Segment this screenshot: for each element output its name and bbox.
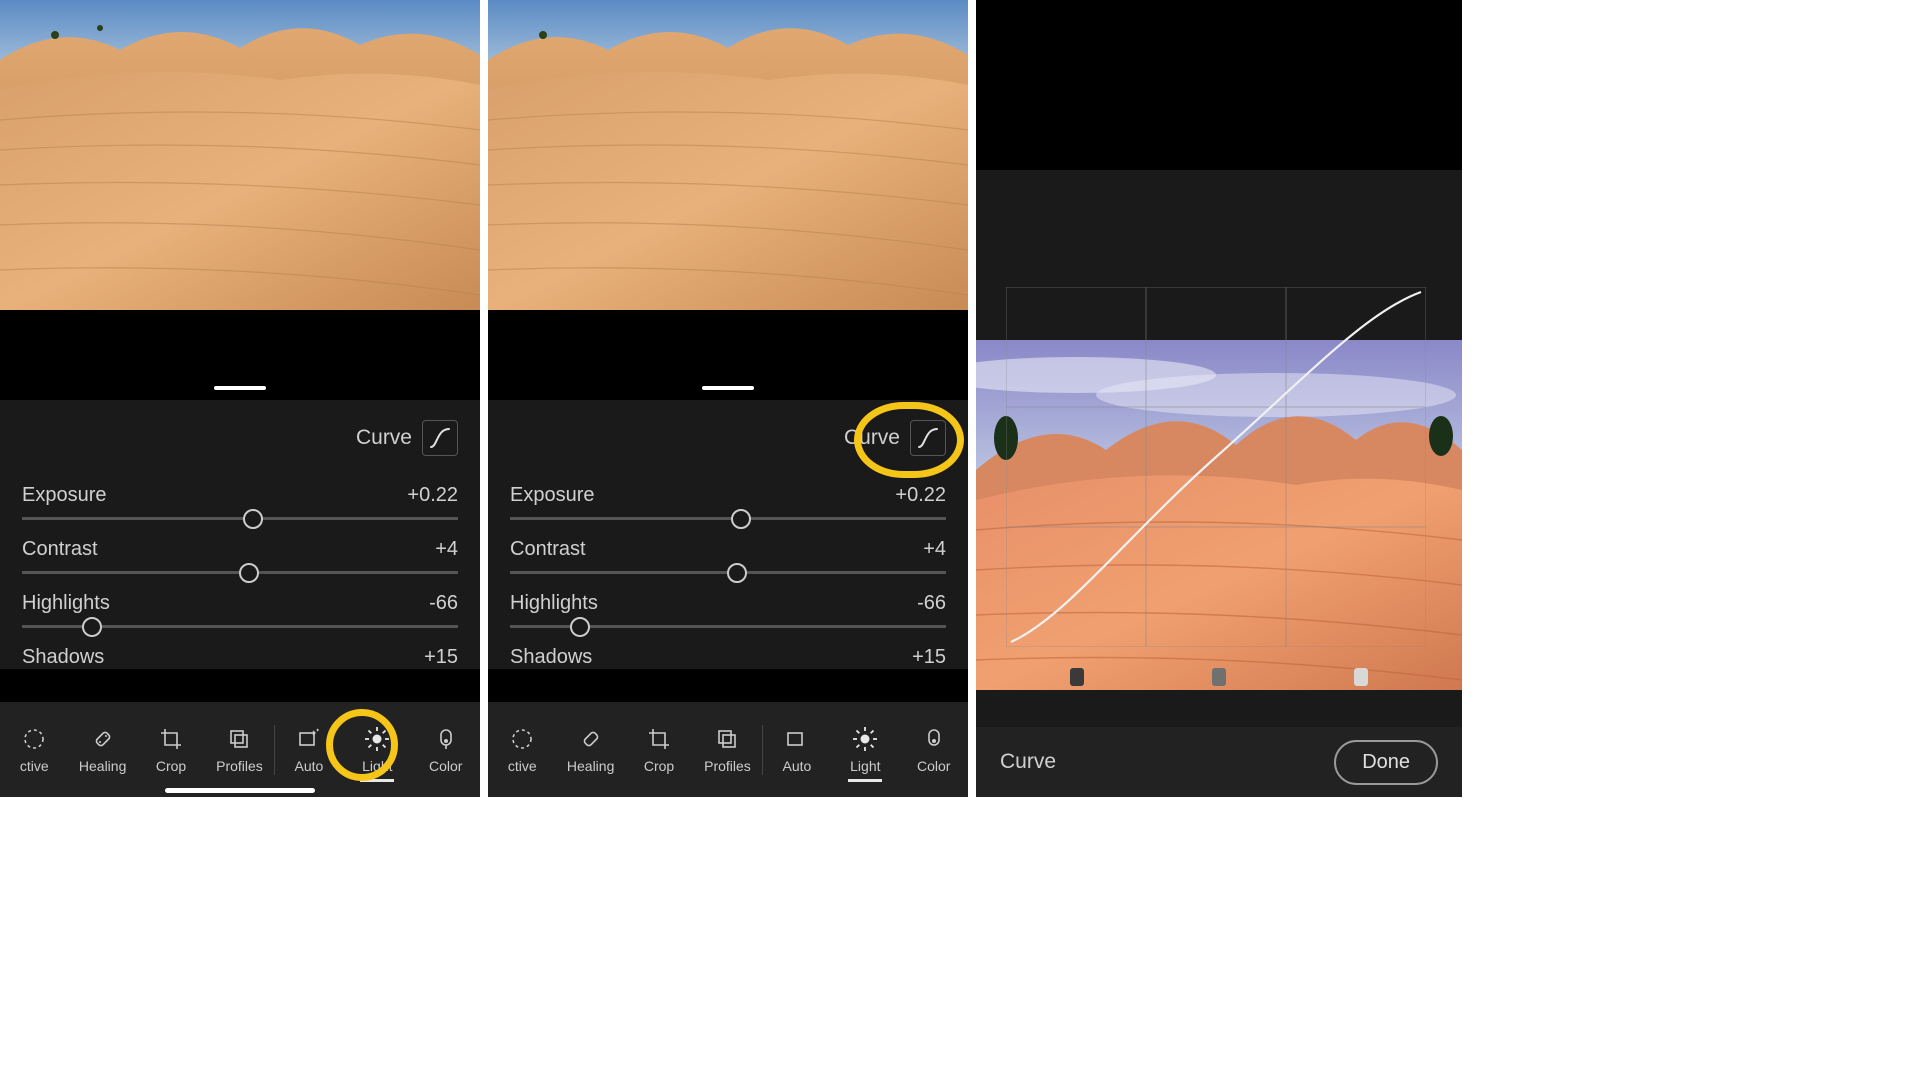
- shadows-label: Shadows: [22, 646, 104, 669]
- crop-icon: [158, 726, 184, 752]
- toolbar-item-crop[interactable]: Crop: [137, 718, 205, 782]
- photo-preview[interactable]: [0, 0, 480, 310]
- curve-row: Curve: [22, 420, 458, 456]
- highlights-label: Highlights: [22, 592, 110, 615]
- curve-button[interactable]: [910, 420, 946, 456]
- curve-title: Curve: [1000, 750, 1056, 774]
- curve-range-sliders[interactable]: [976, 657, 1462, 697]
- light-icon: [852, 726, 878, 752]
- shadows-slider[interactable]: Shadows +15: [22, 646, 458, 669]
- contrast-label: Contrast: [22, 538, 98, 561]
- highlights-slider[interactable]: Highlights-66: [510, 592, 946, 628]
- auto-icon: [784, 726, 810, 752]
- black-spacer: [488, 310, 968, 400]
- profiles-icon: [714, 726, 740, 752]
- toolbar-item-healing[interactable]: Healing: [556, 718, 624, 782]
- light-icon: [364, 726, 390, 752]
- range-peg-dark[interactable]: [1070, 668, 1084, 686]
- contrast-value: +4: [435, 538, 458, 561]
- toolbar-item-auto[interactable]: Auto: [763, 718, 831, 782]
- shadows-slider[interactable]: Shadows+15: [510, 646, 946, 669]
- phone-screen-1: Curve Exposure +0.22 Contrast +4 Highlight…: [0, 0, 480, 797]
- color-icon: [921, 726, 947, 752]
- shadows-value: +15: [424, 646, 458, 669]
- profiles-icon: [226, 726, 252, 752]
- curve-icon: [917, 427, 939, 449]
- toolbar-item-selective[interactable]: ctive: [0, 718, 68, 782]
- contrast-slider[interactable]: Contrast +4: [22, 538, 458, 574]
- selective-icon: [509, 726, 535, 752]
- range-peg-light[interactable]: [1354, 668, 1368, 686]
- toolbar-item-auto[interactable]: Auto: [275, 718, 343, 782]
- toolbar: ctive Healing Crop Profiles Auto: [0, 702, 480, 797]
- curve-label: Curve: [356, 426, 412, 450]
- light-panel: Curve Exposure+0.22 Contrast+4 Highlight…: [488, 400, 968, 669]
- toolbar-item-profiles[interactable]: Profiles: [693, 718, 761, 782]
- toolbar: ctive Healing Crop Profiles Auto Light C…: [488, 702, 968, 797]
- exposure-value: +0.22: [407, 484, 458, 507]
- highlights-value: -66: [429, 592, 458, 615]
- done-button[interactable]: Done: [1334, 740, 1438, 785]
- curve-editor[interactable]: [1006, 287, 1426, 647]
- photo-preview[interactable]: [488, 0, 968, 310]
- selective-icon: [21, 726, 47, 752]
- toolbar-item-profiles[interactable]: Profiles: [205, 718, 273, 782]
- auto-icon: [296, 726, 322, 752]
- drag-handle[interactable]: [214, 386, 266, 390]
- curve-icon: [429, 427, 451, 449]
- curve-label: Curve: [844, 426, 900, 450]
- toolbar-item-healing[interactable]: Healing: [68, 718, 136, 782]
- contrast-slider[interactable]: Contrast+4: [510, 538, 946, 574]
- toolbar-item-color[interactable]: Color: [900, 718, 968, 782]
- black-spacer: [0, 310, 480, 400]
- exposure-slider[interactable]: Exposure+0.22: [510, 484, 946, 520]
- top-black: [976, 0, 1462, 170]
- phone-screen-2: Curve Exposure+0.22 Contrast+4 Highlight…: [488, 0, 968, 797]
- color-icon: [433, 726, 459, 752]
- phone-screen-3: Curve Done: [976, 0, 1462, 797]
- drag-handle[interactable]: [702, 386, 754, 390]
- range-peg-mid[interactable]: [1212, 668, 1226, 686]
- curve-footer: Curve Done: [976, 727, 1462, 797]
- toolbar-item-crop[interactable]: Crop: [625, 718, 693, 782]
- exposure-label: Exposure: [22, 484, 107, 507]
- highlights-slider[interactable]: Highlights -66: [22, 592, 458, 628]
- crop-icon: [646, 726, 672, 752]
- curve-row: Curve: [510, 420, 946, 456]
- toolbar-item-light[interactable]: Light: [343, 718, 411, 782]
- toolbar-item-selective[interactable]: ctive: [488, 718, 556, 782]
- home-indicator[interactable]: [165, 788, 315, 793]
- healing-icon: [578, 726, 604, 752]
- toolbar-item-light[interactable]: Light: [831, 718, 899, 782]
- toolbar-item-color[interactable]: Color: [412, 718, 480, 782]
- light-panel: Curve Exposure +0.22 Contrast +4 Highlight…: [0, 400, 480, 669]
- exposure-slider[interactable]: Exposure +0.22: [22, 484, 458, 520]
- curve-button[interactable]: [422, 420, 458, 456]
- healing-icon: [90, 726, 116, 752]
- tone-curve-line[interactable]: [1011, 292, 1421, 642]
